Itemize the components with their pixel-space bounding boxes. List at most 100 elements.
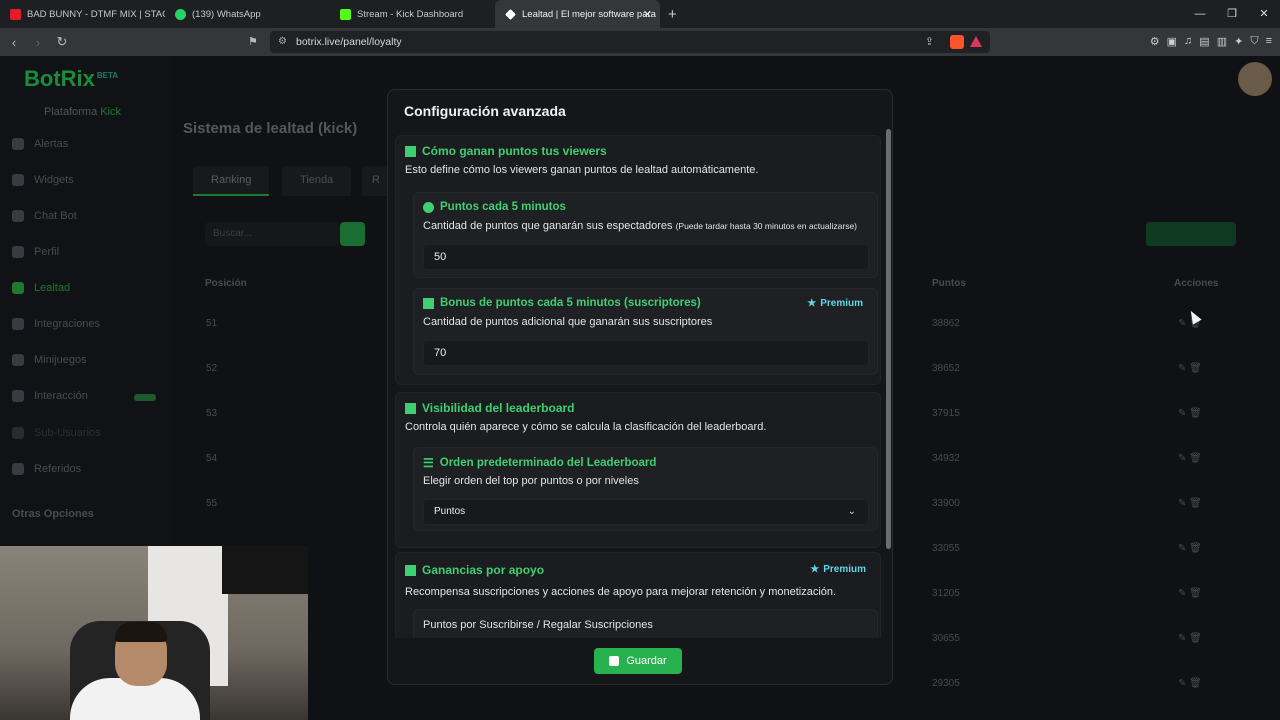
close-tab-icon[interactable]: ✕ bbox=[643, 8, 652, 21]
edit-delete-icons[interactable]: ✎ 🗑 bbox=[1178, 678, 1202, 689]
row-points: 30655 bbox=[932, 633, 960, 644]
selected-value: Puntos bbox=[434, 506, 466, 517]
sub-bonus-description: Cantidad de puntos adicional que ganarán… bbox=[423, 316, 713, 328]
site-info-icon[interactable]: ⚙ bbox=[278, 36, 287, 47]
row-points: 33055 bbox=[932, 543, 960, 554]
sidebar-item-alertas[interactable]: Alertas bbox=[12, 138, 68, 150]
sidebar-item-chatbot[interactable]: Chat Bot bbox=[12, 210, 77, 222]
whatsapp-icon bbox=[175, 8, 186, 20]
list-icon: ☰ bbox=[423, 456, 434, 470]
youtube-icon bbox=[10, 8, 21, 20]
back-icon[interactable]: ‹ bbox=[4, 35, 24, 50]
webcam-overlay bbox=[0, 546, 308, 720]
sidebar-item-referidos[interactable]: Referidos bbox=[12, 463, 81, 475]
brave-rewards-icon[interactable] bbox=[970, 36, 982, 47]
sidebar-item-integraciones[interactable]: Integraciones bbox=[12, 318, 100, 330]
coins-icon bbox=[405, 145, 416, 157]
star-icon: ★ bbox=[810, 564, 820, 575]
bookmark-icon[interactable]: ⚑ bbox=[248, 35, 258, 48]
leo-icon[interactable]: ✦ bbox=[1234, 35, 1243, 48]
url-field[interactable]: ⚑ ⚙ botrix.live/panel/loyalty ⇪ bbox=[248, 31, 990, 53]
botrix-logo[interactable]: BotRix BETA bbox=[24, 66, 118, 92]
search-button[interactable] bbox=[340, 222, 365, 246]
new-tab-button[interactable]: + bbox=[668, 6, 677, 23]
support-earnings-description: Recompensa suscripciones y acciones de a… bbox=[405, 586, 837, 598]
leaderboard-order-description: Elegir orden del top por puntos o por ni… bbox=[423, 475, 639, 487]
sidebar-item-minijuegos[interactable]: Minijuegos bbox=[12, 354, 87, 366]
other-options-heading: Otras Opciones bbox=[12, 508, 94, 520]
leaderboard-order-select[interactable]: Puntos ⌄ bbox=[423, 499, 869, 525]
edit-delete-icons[interactable]: ✎ 🗑 bbox=[1178, 543, 1202, 554]
vpn-icon[interactable]: ⛉ bbox=[1250, 35, 1258, 48]
tab-title: Lealtad | El mejor software para bbox=[522, 8, 656, 20]
floppy-icon bbox=[609, 656, 620, 666]
sidebar-item-subusuarios[interactable]: Sub-Usuarios bbox=[12, 427, 101, 439]
menu-icon[interactable]: ≡ bbox=[1266, 35, 1272, 48]
save-button[interactable]: Guardar bbox=[594, 648, 682, 674]
extensions-icon[interactable]: ⚙ bbox=[1150, 35, 1160, 48]
support-earnings-card: Ganancias por apoyo ★ Premium Recompensa … bbox=[395, 552, 881, 638]
row-position: 51 bbox=[206, 318, 218, 329]
column-position: Posición bbox=[205, 278, 247, 289]
edit-delete-icons[interactable]: ✎ 🗑 bbox=[1178, 498, 1202, 509]
close-window-icon[interactable]: ✕ bbox=[1248, 0, 1280, 28]
row-points: 37915 bbox=[932, 408, 960, 419]
edit-delete-icons[interactable]: ✎ 🗑 bbox=[1178, 408, 1202, 419]
restore-icon[interactable]: ❐ bbox=[1216, 0, 1248, 28]
brave-shields-icon[interactable] bbox=[950, 35, 964, 49]
reload-icon[interactable]: ↻ bbox=[52, 34, 72, 50]
trophy-icon bbox=[12, 282, 24, 294]
leaderboard-order-panel: ☰ Orden predeterminado del Leaderboard El… bbox=[413, 447, 878, 531]
premium-badge: ★ Premium bbox=[807, 298, 863, 309]
integrations-icon bbox=[12, 318, 24, 330]
edit-delete-icons[interactable]: ✎ 🗑 bbox=[1178, 588, 1202, 599]
points-per-5min-heading: Puntos cada 5 minutos bbox=[423, 201, 566, 213]
bell-icon bbox=[12, 138, 24, 150]
row-position: 53 bbox=[206, 408, 218, 419]
sidebar-item-interaccion[interactable]: Interacción bbox=[12, 390, 88, 402]
leaderboard-visibility-heading: Visibilidad del leaderboard bbox=[405, 401, 575, 415]
modal-title: Configuración avanzada bbox=[404, 103, 566, 119]
music-icon[interactable]: ♫ bbox=[1184, 35, 1192, 48]
minimize-icon[interactable]: — bbox=[1184, 0, 1216, 28]
tab-whatsapp[interactable]: (139) WhatsApp bbox=[165, 0, 330, 28]
share-icon[interactable]: ⇪ bbox=[925, 35, 934, 48]
sidebar-icon[interactable]: ▤ bbox=[1199, 35, 1209, 48]
sidebar-item-lealtad[interactable]: Lealtad bbox=[12, 282, 70, 294]
search-input[interactable]: Buscar... bbox=[205, 222, 340, 246]
chevron-down-icon: ⌄ bbox=[847, 506, 856, 517]
edit-delete-icons[interactable]: ✎ 🗑 bbox=[1178, 453, 1202, 464]
tab-lealtad[interactable]: Lealtad | El mejor software para ✕ bbox=[495, 0, 660, 28]
tab-tienda[interactable]: Tienda bbox=[282, 166, 352, 196]
tv bbox=[222, 546, 308, 594]
users-icon bbox=[12, 427, 24, 439]
url-text: botrix.live/panel/loyalty bbox=[296, 36, 402, 48]
browser-tab-bar: BAD BUNNY - DTMF MIX | STACK (139) Whats… bbox=[0, 0, 1280, 28]
avatar[interactable] bbox=[1238, 62, 1272, 96]
tab-r[interactable]: R bbox=[362, 166, 390, 196]
sidebar-item-widgets[interactable]: Widgets bbox=[12, 174, 74, 186]
tab-ranking[interactable]: Ranking bbox=[193, 166, 270, 196]
tab-kick-dashboard[interactable]: Stream - Kick Dashboard bbox=[330, 0, 495, 28]
update-note: (Puede tardar hasta 30 minutos en actual… bbox=[675, 221, 858, 231]
page-title: Sistema de lealtad (kick) bbox=[183, 120, 358, 137]
wallet-icon[interactable]: ▥ bbox=[1217, 35, 1227, 48]
row-points: 38652 bbox=[932, 363, 960, 374]
row-points: 38862 bbox=[932, 318, 960, 329]
points-per-5min-description: Cantidad de puntos que ganarán sus espec… bbox=[423, 220, 858, 232]
screenshot-icon[interactable]: ▣ bbox=[1167, 35, 1177, 48]
tab-bad-bunny[interactable]: BAD BUNNY - DTMF MIX | STACK bbox=[0, 0, 165, 28]
edit-delete-icons[interactable]: ✎ 🗑 bbox=[1178, 363, 1202, 374]
music-note-icon bbox=[12, 390, 24, 402]
points-per-5min-input[interactable]: 50 bbox=[423, 244, 869, 270]
edit-delete-icons[interactable]: ✎ 🗑 bbox=[1178, 633, 1202, 644]
sidebar-item-perfil[interactable]: Perfil bbox=[12, 246, 59, 258]
sub-bonus-input[interactable]: 70 bbox=[423, 340, 869, 366]
row-points: 34932 bbox=[932, 453, 960, 464]
address-bar-row: ‹ › ↻ ⚑ ⚙ botrix.live/panel/loyalty ⇪ bbox=[0, 28, 1280, 56]
forward-icon[interactable]: › bbox=[28, 35, 48, 50]
advanced-settings-modal: Configuración avanzada Cómo ganan puntos… bbox=[387, 89, 893, 685]
person-hair bbox=[115, 622, 167, 642]
action-button[interactable] bbox=[1146, 222, 1236, 246]
user-icon bbox=[12, 246, 24, 258]
